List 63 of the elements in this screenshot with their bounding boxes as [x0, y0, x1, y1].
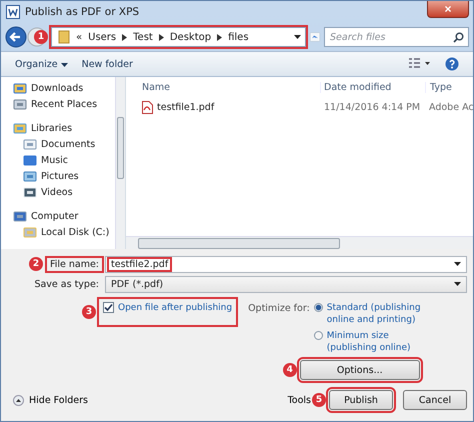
table-cell-text: Adobe Ac — [428, 102, 473, 112]
nav-item[interactable]: Videos — [41, 186, 73, 198]
radio-label[interactable]: Minimum size (publishing online) — [326, 330, 426, 354]
file-type-dropdown[interactable]: PDF (*.pdf) — [105, 276, 467, 292]
address-bar[interactable]: « Users Test Desktop files — [51, 27, 306, 47]
horizontal-scrollbar[interactable] — [126, 236, 473, 249]
callout-number: 2 — [29, 257, 43, 271]
caret-icon — [60, 62, 68, 66]
folder-icon — [58, 30, 70, 44]
word-document-icon — [6, 5, 20, 19]
table-cell-text: 11/14/2016 4:14 PM — [323, 102, 422, 112]
breadcrumb[interactable]: « — [76, 32, 82, 42]
options-button[interactable]: Options... — [300, 360, 420, 380]
tools-menu[interactable]: Tools — [288, 394, 311, 406]
chevron-icon — [217, 34, 222, 40]
breadcrumb[interactable]: Test — [133, 32, 153, 42]
nav-item[interactable]: Recent Places — [31, 98, 98, 110]
column-header[interactable]: Type — [425, 82, 473, 92]
organize-menu[interactable]: Organize — [15, 58, 68, 70]
nav-item[interactable]: Pictures — [41, 170, 79, 182]
field-label: File name: — [46, 258, 102, 270]
checkbox[interactable] — [103, 302, 114, 313]
nav-item[interactable]: Music — [41, 154, 68, 166]
back-button[interactable] — [5, 26, 27, 48]
collapse-icon — [13, 394, 24, 406]
callout-number: 4 — [282, 363, 297, 377]
nav-item[interactable]: Computer — [31, 210, 78, 222]
field-label: Save as type: — [33, 278, 100, 290]
dialog-button[interactable]: Cancel — [403, 390, 467, 410]
radio-label[interactable]: Standard (publishing online and printing) — [326, 302, 426, 326]
vertical-scrollbar[interactable] — [115, 77, 125, 249]
window-title: Publish as PDF or XPS — [25, 6, 140, 18]
nav-item[interactable]: Local Disk (C:) — [41, 226, 110, 238]
callout-number: 3 — [82, 305, 96, 319]
file-name-field[interactable]: testfile2.pdf — [105, 256, 467, 272]
dialog-button[interactable]: Publish — [329, 390, 393, 410]
radio-button[interactable] — [314, 331, 323, 340]
nav-item[interactable]: Documents — [41, 138, 96, 150]
checkbox-label[interactable]: Open file after publishing — [118, 302, 232, 312]
chevron-icon — [158, 34, 164, 40]
callout-number: 5 — [312, 393, 326, 407]
dropdown-arrow-icon[interactable] — [454, 262, 461, 266]
new-folder-button[interactable]: New folder — [82, 58, 133, 70]
help-icon[interactable] — [445, 57, 459, 71]
callout-number: 1 — [34, 30, 48, 44]
hide-folders-button[interactable]: Hide Folders — [7, 394, 88, 406]
chevron-icon — [122, 34, 128, 40]
breadcrumb[interactable]: Users — [88, 32, 116, 42]
pdf-file-icon — [142, 100, 153, 114]
dropdown-arrow-icon[interactable] — [294, 35, 301, 39]
dropdown-arrow-icon[interactable] — [454, 282, 461, 286]
search-icon — [453, 32, 464, 43]
column-header[interactable]: Name — [126, 82, 320, 92]
file-name[interactable]: testfile1.pdf — [157, 102, 214, 112]
breadcrumb[interactable]: Desktop — [170, 32, 212, 42]
radio-button[interactable] — [314, 303, 323, 312]
optimize-label: Optimize for: — [248, 302, 310, 314]
column-header[interactable]: Date modified — [320, 82, 425, 92]
search-field[interactable]: Search files — [324, 27, 469, 47]
breadcrumb[interactable]: files — [228, 32, 249, 42]
view-options-icon[interactable] — [409, 58, 431, 70]
nav-item[interactable]: Downloads — [31, 82, 84, 94]
nav-item[interactable]: Libraries — [31, 122, 72, 134]
